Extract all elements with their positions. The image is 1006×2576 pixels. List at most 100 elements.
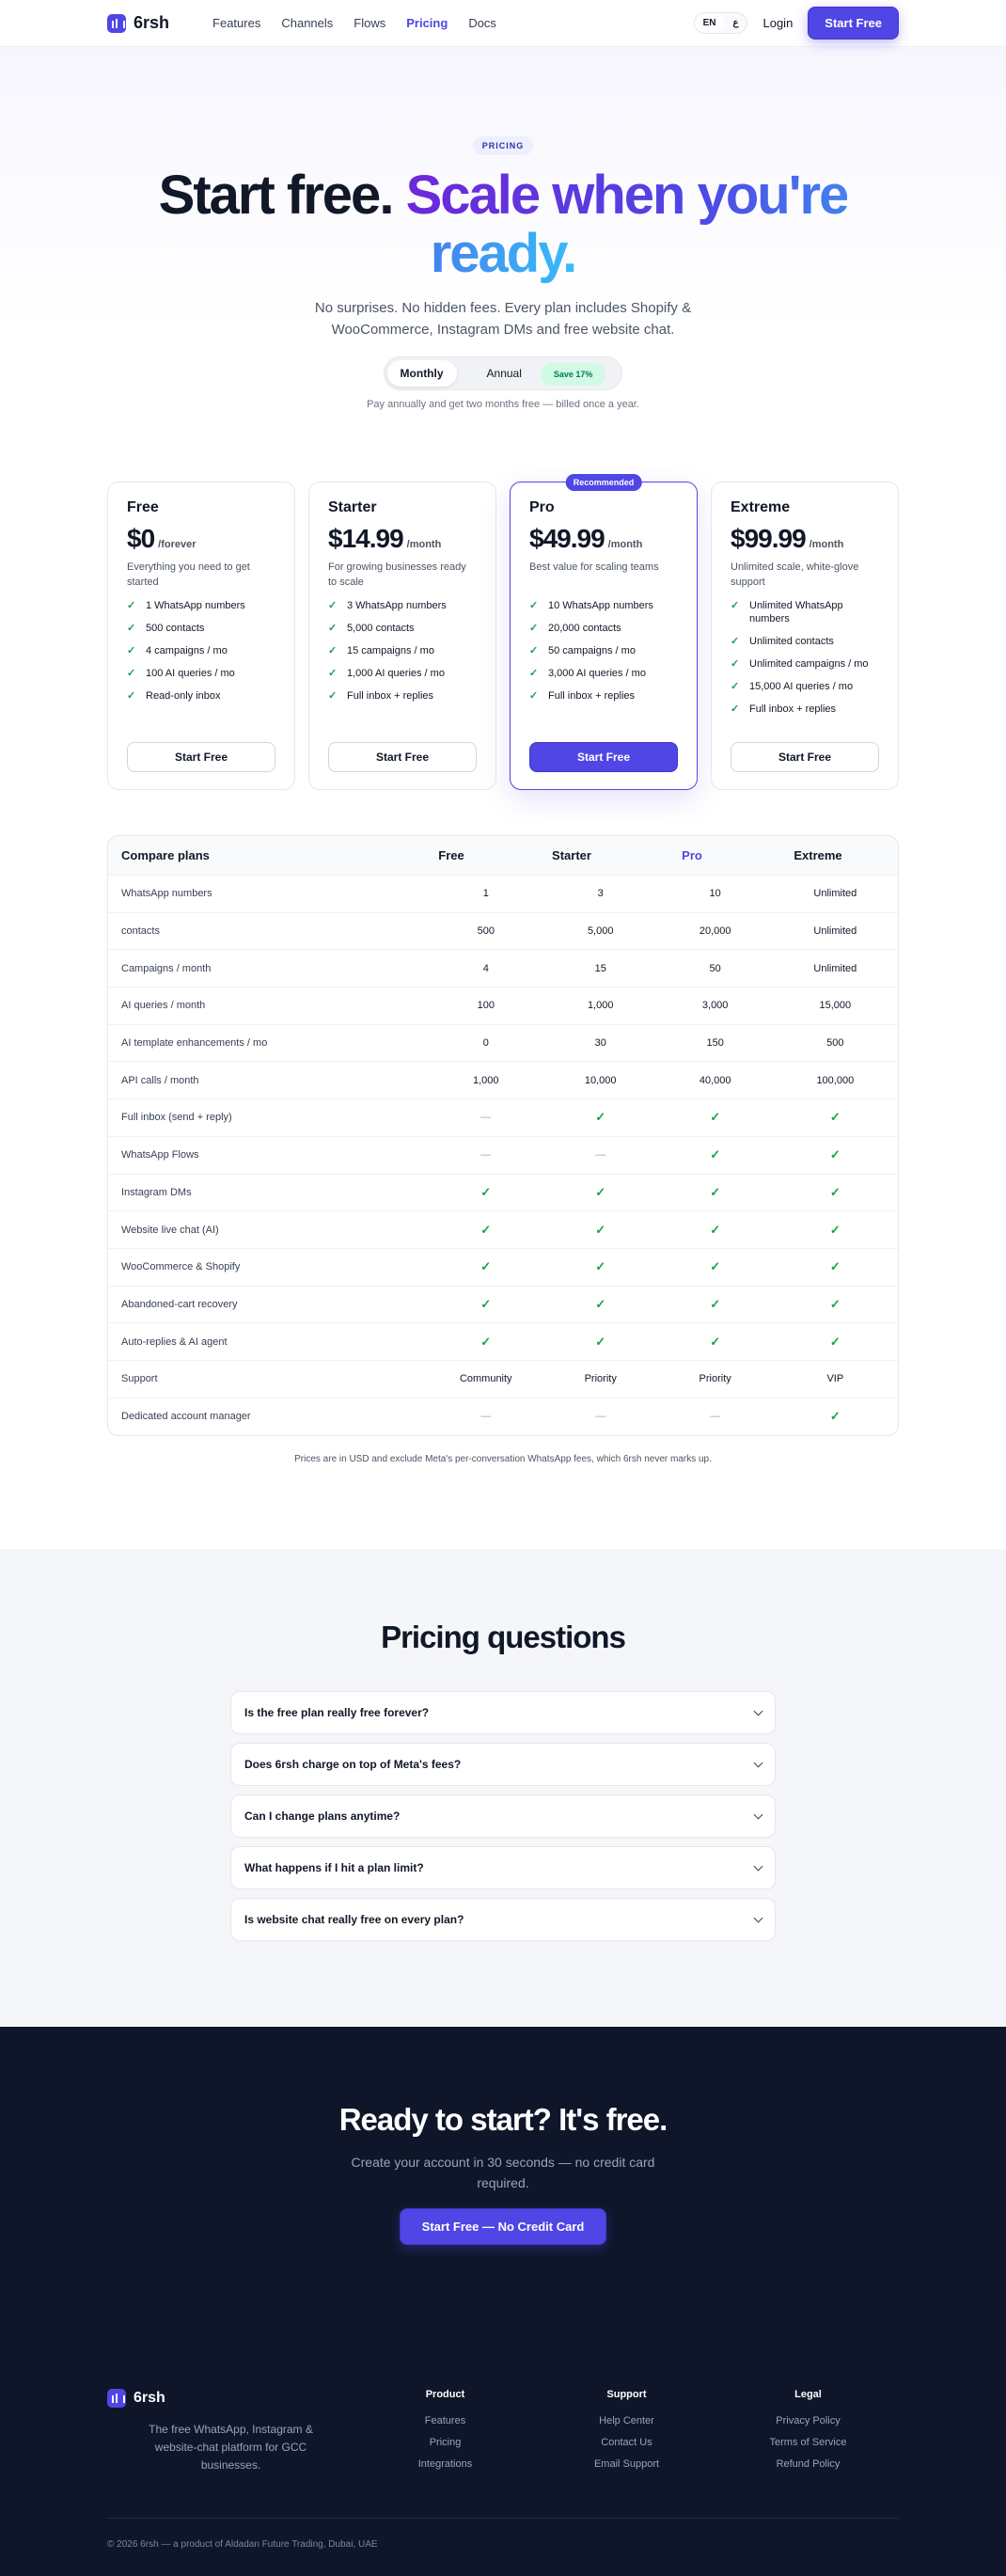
lang-ar-button[interactable]: ع	[725, 13, 747, 33]
plan-start-free-button[interactable]: Start Free	[731, 742, 879, 772]
faq-item[interactable]: Does 6rsh charge on top of Meta's fees?	[230, 1743, 776, 1787]
dash-icon: —	[595, 1411, 606, 1423]
feature-item: ✓ 50 campaigns / mo	[529, 644, 678, 657]
footer-link[interactable]: Refund Policy	[717, 2458, 899, 2470]
compare-header: Compare plans Free Starter Pro Extreme	[108, 836, 898, 876]
footer-link[interactable]: Privacy Policy	[717, 2415, 899, 2426]
feature-text: 4 campaigns / mo	[146, 645, 228, 656]
footer-column-title: Legal	[794, 2389, 822, 2401]
footer-link[interactable]: Email Support	[536, 2458, 717, 2470]
nav-channels[interactable]: Channels	[281, 16, 333, 30]
faq-item[interactable]: Can I change plans anytime?	[230, 1794, 776, 1839]
table-row: WooCommerce & Shopify ✓ ✓ ✓ ✓	[108, 1249, 898, 1287]
check-icon: ✓	[829, 1334, 841, 1349]
feature-text: Unlimited WhatsApp numbers	[749, 600, 843, 624]
check-icon: ✓	[480, 1259, 492, 1274]
feature-text: Read-only inbox	[146, 690, 221, 702]
row-label: WooCommerce & Shopify	[121, 1261, 241, 1273]
table-row: Support Community Priority Priority VIP	[108, 1361, 898, 1399]
compare-table: Compare plans Free Starter Pro Extreme W…	[107, 835, 899, 1437]
dash-icon: —	[710, 1411, 721, 1423]
feature-item: ✓ 10 WhatsApp numbers	[529, 599, 678, 612]
feature-list: ✓ 10 WhatsApp numbers ✓ 20,000 contacts ✓ 50 …	[529, 599, 678, 703]
faq-item[interactable]: Is the free plan really free forever?	[230, 1691, 776, 1735]
footer-link[interactable]: Contact Us	[536, 2437, 717, 2448]
check-icon: ✓	[529, 600, 539, 611]
check-icon: ✓	[710, 1296, 721, 1311]
plan-cards: Free $0/forever Everything you need to get…	[0, 410, 1006, 790]
row-label: AI queries / month	[121, 1000, 206, 1012]
feature-text: 15 campaigns / mo	[347, 645, 434, 656]
feature-text: Unlimited contacts	[749, 636, 834, 647]
feature-item: ✓ 15,000 AI queries / mo	[731, 680, 879, 693]
price-period: /month	[607, 539, 643, 550]
footer-link[interactable]: Integrations	[354, 2458, 536, 2470]
hero-subtitle: No surprises. No hidden fees. Every plan…	[314, 300, 692, 338]
check-icon: ✓	[328, 690, 338, 702]
footer-link[interactable]: Help Center	[536, 2415, 717, 2426]
annual-toggle[interactable]: Annual Save 17%	[461, 360, 620, 387]
check-icon: ✓	[127, 623, 136, 634]
footer-column-legal: Legal Privacy Policy Terms of Service Refun…	[717, 2389, 899, 2480]
col-pro: Pro	[682, 848, 702, 862]
cell-value: Unlimited	[813, 962, 857, 974]
language-switch: EN ع	[693, 12, 748, 34]
row-label: Campaigns / month	[121, 962, 212, 974]
footer-link[interactable]: Terms of Service	[717, 2437, 899, 2448]
footer-column-title: Product	[425, 2389, 465, 2401]
brand-logo[interactable]: 6rsh	[107, 13, 169, 33]
row-label: Full inbox (send + reply)	[121, 1112, 232, 1124]
plan-card-extreme: Extreme $99.99/month Unlimited scale, whit…	[711, 482, 899, 790]
table-row: Instagram DMs ✓ ✓ ✓ ✓	[108, 1175, 898, 1212]
plan-start-free-button[interactable]: Start Free	[529, 742, 678, 772]
plan-name: Pro	[529, 499, 555, 515]
header-start-free-button[interactable]: Start Free	[808, 7, 899, 40]
pricing-disclaimer: Prices are in USD and exclude Meta's per…	[294, 1454, 712, 1465]
row-label: contacts	[121, 925, 160, 938]
title-gradient: Scale when you're ready.	[405, 165, 850, 284]
footer-column-product: Product Features Pricing Integrations	[354, 2389, 536, 2480]
feature-list: ✓ Unlimited WhatsApp numbers ✓ Unlimited co…	[731, 599, 879, 716]
feature-text: Full inbox + replies	[749, 703, 837, 715]
cta-start-free-button[interactable]: Start Free — No Credit Card	[399, 2208, 607, 2246]
nav-features[interactable]: Features	[212, 16, 260, 30]
plan-start-free-button[interactable]: Start Free	[127, 742, 275, 772]
nav-pricing[interactable]: Pricing	[406, 16, 448, 30]
table-row: API calls / month 1,000 10,000 40,000 100,00…	[108, 1062, 898, 1100]
table-row: WhatsApp numbers 1 3 10 Unlimited	[108, 876, 898, 913]
monthly-toggle[interactable]: Monthly	[386, 360, 457, 387]
cell-value: 20,000	[699, 925, 731, 938]
table-row: Full inbox (send + reply) — ✓ ✓ ✓	[108, 1099, 898, 1137]
faq-item[interactable]: What happens if I hit a plan limit?	[230, 1846, 776, 1890]
feature-item: ✓ 4 campaigns / mo	[127, 644, 275, 657]
table-row: Campaigns / month 4 15 50 Unlimited	[108, 950, 898, 988]
cell-value: 3	[597, 888, 604, 900]
cell-value: Unlimited	[813, 925, 857, 938]
plan-price: $49.99/month	[529, 524, 678, 554]
check-icon: ✓	[710, 1110, 721, 1125]
footer-link[interactable]: Features	[354, 2415, 536, 2426]
annual-note: Pay annually and get two months free — b…	[367, 399, 639, 410]
footer-brand-name: 6rsh	[134, 2390, 165, 2407]
lang-en-button[interactable]: EN	[694, 13, 725, 33]
cell-value: 100,000	[816, 1074, 855, 1086]
feature-text: Full inbox + replies	[347, 690, 434, 702]
footer-logo[interactable]: 6rsh	[107, 2389, 354, 2409]
price-period: /month	[406, 539, 442, 550]
check-icon: ✓	[328, 600, 338, 611]
nav-flows[interactable]: Flows	[354, 16, 385, 30]
cell-value: 0	[482, 1037, 489, 1050]
nav-docs[interactable]: Docs	[468, 16, 496, 30]
feature-item: ✓ Full inbox + replies	[328, 689, 477, 703]
login-link[interactable]: Login	[762, 16, 793, 30]
feature-item: ✓ Unlimited campaigns / mo	[731, 657, 879, 671]
plan-start-free-button[interactable]: Start Free	[328, 742, 477, 772]
faq-item[interactable]: Is website chat really free on every pla…	[230, 1898, 776, 1942]
feature-item: ✓ 3,000 AI queries / mo	[529, 667, 678, 680]
table-row: Website live chat (AI) ✓ ✓ ✓ ✓	[108, 1211, 898, 1249]
plan-description: Best value for scaling teams	[529, 561, 659, 573]
price-value: $0	[127, 524, 155, 553]
check-icon: ✓	[710, 1184, 721, 1199]
cell-value: 1	[482, 888, 489, 900]
footer-link[interactable]: Pricing	[354, 2437, 536, 2448]
